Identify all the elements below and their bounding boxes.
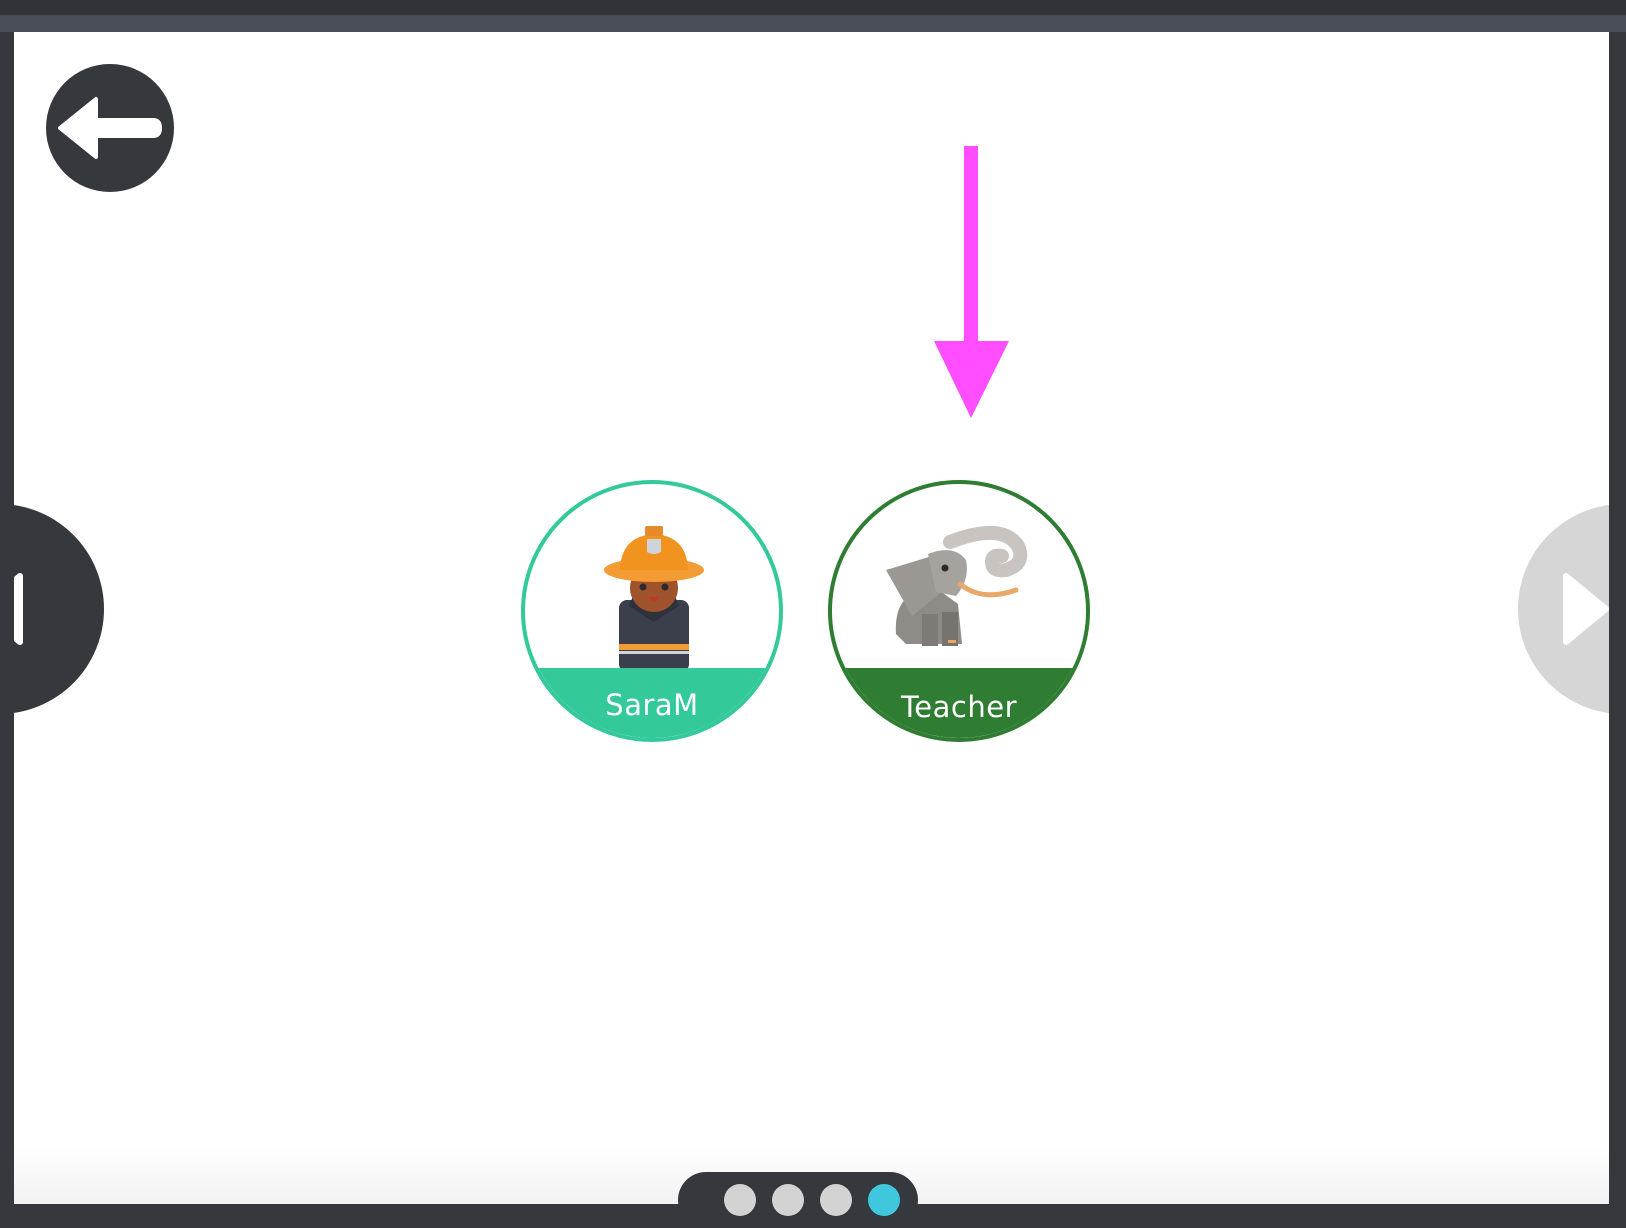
annotation-arrow	[934, 146, 1009, 418]
page-indicator	[678, 1172, 918, 1228]
page-dot-3[interactable]	[820, 1184, 852, 1216]
next-page-button[interactable]	[1518, 504, 1609, 714]
profile-ring: Teacher	[828, 480, 1090, 742]
page-dot-2[interactable]	[772, 1184, 804, 1216]
page-dot-1[interactable]	[724, 1184, 756, 1216]
profile-teacher[interactable]: Teacher	[828, 480, 1090, 742]
profile-name: Teacher	[901, 690, 1017, 724]
profile-ring: SaraM	[521, 480, 783, 742]
window-top-bar	[0, 0, 1626, 32]
app-window: SaraM Teacher	[0, 0, 1626, 1228]
page-dot-4[interactable]	[868, 1184, 900, 1216]
profile-name: SaraM	[605, 688, 699, 722]
previous-page-button[interactable]	[14, 504, 104, 714]
triangle-left-icon	[14, 573, 23, 645]
triangle-right-icon	[1563, 573, 1609, 645]
profile-picker-screen: SaraM Teacher	[14, 32, 1609, 1204]
profile-saram[interactable]: SaraM	[521, 480, 783, 742]
